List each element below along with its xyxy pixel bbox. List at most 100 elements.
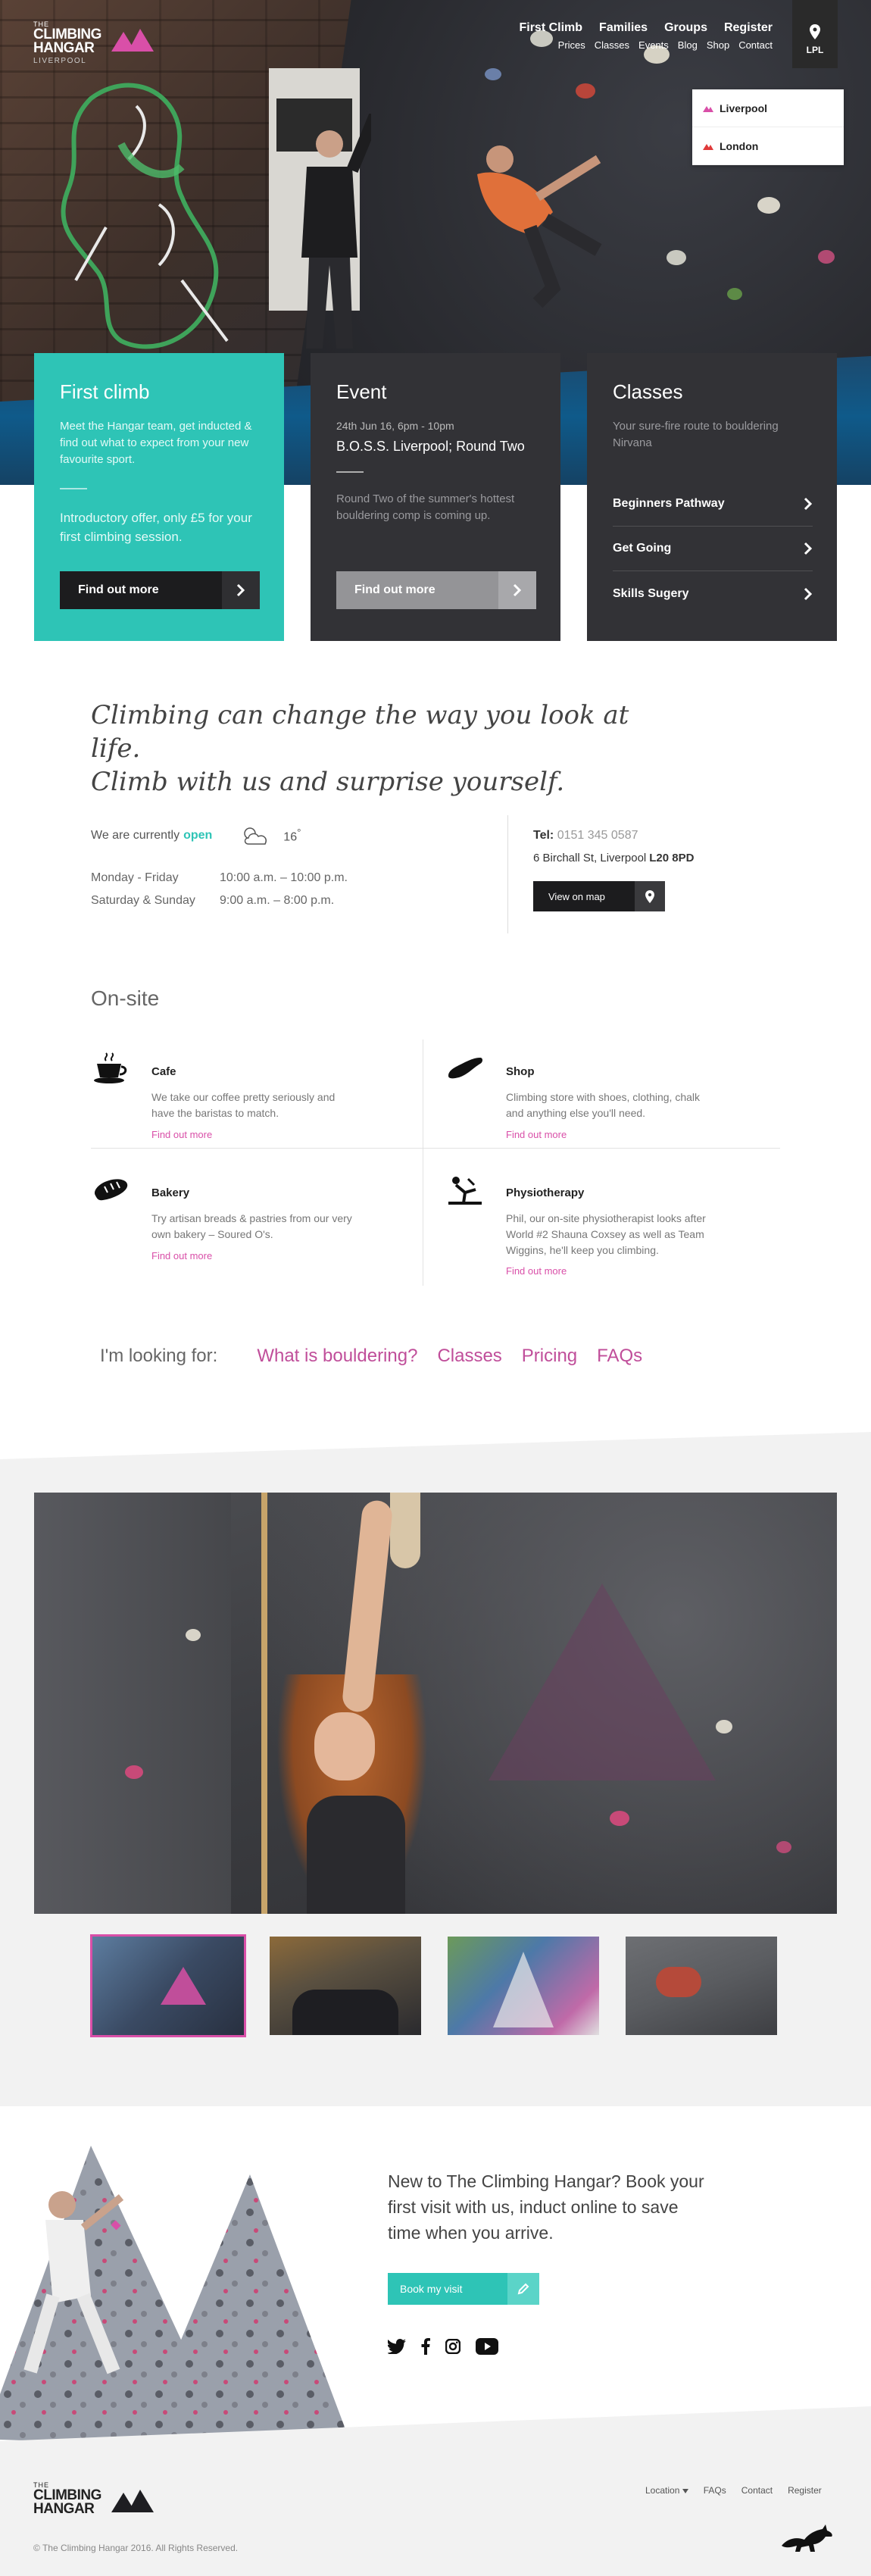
- footer-location-dropdown[interactable]: Location: [645, 2485, 688, 2496]
- find-out-more-link[interactable]: Find out more: [506, 1265, 567, 1277]
- bread-icon: [94, 1179, 128, 1201]
- postcode: L20 8PD: [649, 852, 695, 864]
- card-text: Meet the Hangar team, get inducted & fin…: [60, 420, 252, 466]
- climber-triangle-image: [0, 2146, 352, 2447]
- find-out-more-link[interactable]: Find out more: [151, 1129, 212, 1140]
- classes-card: Classes Your sure-fire route to boulderi…: [587, 353, 837, 641]
- service-name: Shop: [506, 1065, 535, 1078]
- tel-label: Tel:: [533, 829, 554, 842]
- button-label: Book my visit: [388, 2273, 507, 2305]
- footer-link-contact[interactable]: Contact: [741, 2485, 773, 2496]
- link-classes[interactable]: Classes: [437, 1346, 501, 1367]
- button-label: View on map: [533, 881, 635, 911]
- class-item[interactable]: Skills Sugery: [613, 571, 813, 616]
- class-label: Beginners Pathway: [613, 497, 725, 510]
- gallery-thumbnail-selected[interactable]: [90, 1934, 246, 2037]
- location-label: Liverpool: [720, 102, 768, 114]
- chevron-right-icon: [498, 571, 536, 609]
- nav-register[interactable]: Register: [724, 21, 773, 35]
- quote-line: Climbing can change the way you look at …: [91, 700, 629, 764]
- twitter-icon[interactable]: [388, 2339, 406, 2354]
- nav-contact[interactable]: Contact: [738, 39, 773, 51]
- location-london[interactable]: London: [692, 127, 844, 165]
- button-label: Find out more: [60, 571, 222, 609]
- first-climb-card: First climb Meet the Hangar team, get in…: [34, 353, 284, 641]
- footer-links: Location FAQs Contact Register: [645, 2485, 822, 2496]
- logo-mountains-icon: [111, 29, 154, 52]
- button-label: Find out more: [336, 571, 498, 609]
- first-climb-find-out-more-button[interactable]: Find out more: [60, 571, 260, 609]
- nav-classes[interactable]: Classes: [595, 39, 629, 51]
- service-desc: Phil, our on-site physiotherapist looks …: [506, 1212, 706, 1256]
- card-title: Event: [336, 380, 387, 403]
- nav-families[interactable]: Families: [599, 21, 648, 35]
- chevron-right-icon: [222, 571, 260, 609]
- class-label: Skills Sugery: [613, 586, 689, 600]
- book-my-visit-button[interactable]: Book my visit: [388, 2273, 539, 2305]
- fox-icon: [782, 2524, 832, 2552]
- hold: [818, 250, 835, 264]
- divider: [91, 1148, 780, 1149]
- temperature: 16: [283, 830, 298, 844]
- mountain-icon: [703, 105, 713, 112]
- gallery-main-photo: [34, 1493, 837, 1914]
- location-label: London: [720, 139, 759, 152]
- onsite-heading: On-site: [91, 986, 160, 1010]
- nav-blog[interactable]: Blog: [678, 39, 698, 51]
- card-title: First climb: [60, 380, 150, 403]
- gallery-thumbnail[interactable]: [270, 1937, 421, 2035]
- youtube-icon[interactable]: [476, 2338, 498, 2355]
- opening-hours: Monday - Friday 10:00 a.m. – 10:00 p.m. …: [91, 867, 500, 912]
- address: 6 Birchall St, Liverpool: [533, 852, 647, 864]
- classes-list: Beginners Pathway Get Going Skills Suger…: [613, 482, 813, 616]
- phone-number[interactable]: 0151 345 0587: [557, 829, 638, 842]
- status-badge: open: [183, 829, 213, 842]
- nav-events[interactable]: Events: [638, 39, 669, 51]
- divider: [336, 471, 364, 473]
- status-prefix: We are currently: [91, 829, 180, 842]
- service-name: Cafe: [151, 1065, 176, 1078]
- find-out-more-link[interactable]: Find out more: [506, 1129, 567, 1140]
- coffee-cup-icon: [94, 1052, 127, 1083]
- footer-link-register[interactable]: Register: [788, 2485, 822, 2496]
- class-item[interactable]: Get Going: [613, 527, 813, 571]
- service-desc: Try artisan breads & pastries from our v…: [151, 1212, 352, 1240]
- social-links: [388, 2338, 498, 2355]
- location-button[interactable]: LPL: [792, 0, 838, 68]
- quote-line: Climb with us and surprise yourself.: [91, 767, 565, 797]
- service-desc: Climbing store with shoes, clothing, cha…: [506, 1091, 701, 1119]
- event-find-out-more-button[interactable]: Find out more: [336, 571, 536, 609]
- footer-link-faqs[interactable]: FAQs: [704, 2485, 726, 2496]
- nav-prices[interactable]: Prices: [558, 39, 585, 51]
- map-pin-icon: [635, 881, 665, 911]
- instagram-icon[interactable]: [445, 2339, 460, 2354]
- hold: [757, 197, 780, 214]
- logo-line2: HANGAR: [33, 40, 95, 56]
- hold: [727, 288, 742, 300]
- book-visit-text: New to The Climbing Hangar? Book your fi…: [388, 2171, 704, 2243]
- gallery-thumbnail[interactable]: [448, 1937, 599, 2035]
- link-faqs[interactable]: FAQs: [597, 1346, 642, 1367]
- class-item[interactable]: Beginners Pathway: [613, 482, 813, 527]
- location-liverpool[interactable]: Liverpool: [692, 89, 844, 127]
- link-pricing[interactable]: Pricing: [522, 1346, 577, 1367]
- climber-on-wall: [477, 145, 602, 308]
- link-what-is-bouldering[interactable]: What is bouldering?: [257, 1346, 417, 1367]
- nav-shop[interactable]: Shop: [707, 39, 729, 51]
- card-title: Classes: [613, 380, 683, 403]
- divider: [507, 815, 508, 933]
- nav-groups[interactable]: Groups: [664, 21, 707, 35]
- view-on-map-button[interactable]: View on map: [533, 881, 665, 911]
- gallery-thumbnail[interactable]: [626, 1937, 777, 2035]
- facebook-icon[interactable]: [421, 2338, 430, 2355]
- nav-first-climb[interactable]: First Climb: [519, 21, 582, 35]
- find-out-more-link[interactable]: Find out more: [151, 1250, 212, 1261]
- caret-down-icon: [682, 2489, 688, 2493]
- footer-link-label: Location: [645, 2485, 680, 2496]
- chevron-right-icon: [804, 587, 813, 600]
- hours-days: Saturday & Sunday: [91, 894, 195, 907]
- location-dropdown: Liverpool London: [692, 89, 844, 165]
- footer-logo[interactable]: THE CLIMBING HANGAR: [33, 2482, 154, 2516]
- site-logo[interactable]: THE CLIMBING HANGAR LIVERPOOL: [33, 21, 154, 65]
- mountain-icon: [703, 143, 713, 150]
